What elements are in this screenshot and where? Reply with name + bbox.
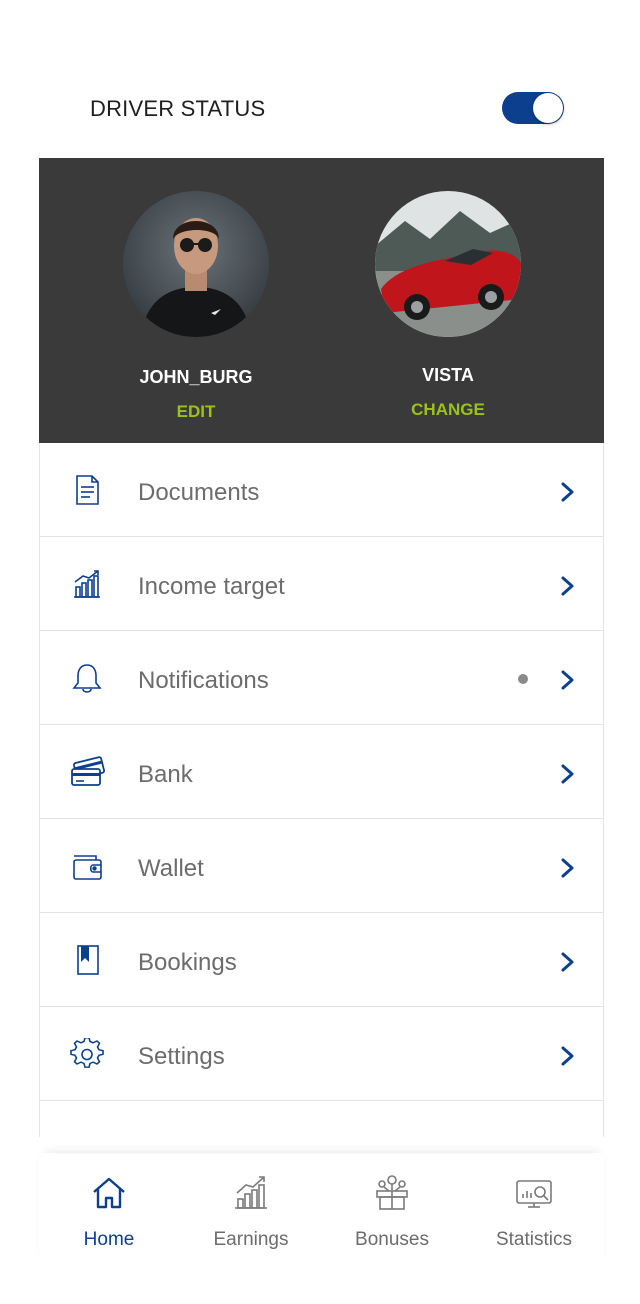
driver-name: JOHN_BURG bbox=[139, 367, 253, 387]
driver-avatar[interactable] bbox=[123, 191, 269, 337]
chevron-right-icon bbox=[559, 857, 577, 879]
earnings-chart-icon bbox=[231, 1173, 271, 1213]
menu-item-documents[interactable]: Documents bbox=[40, 443, 603, 537]
bottom-navigation: Home Earnings Bonuses Statistics bbox=[39, 1153, 604, 1273]
profile-panel: JOHN_BURG EDIT VISTA CHANGE bbox=[39, 158, 604, 443]
home-icon bbox=[89, 1173, 129, 1213]
chevron-right-icon bbox=[559, 1045, 577, 1067]
menu-label-income-target: Income target bbox=[138, 573, 285, 600]
chevron-right-icon bbox=[559, 951, 577, 973]
partial-menu-icon bbox=[70, 1132, 104, 1137]
chart-growth-icon bbox=[70, 568, 104, 600]
vehicle-avatar[interactable] bbox=[375, 191, 521, 337]
driver-status-toggle[interactable] bbox=[502, 92, 564, 124]
chevron-right-icon bbox=[559, 575, 577, 597]
nav-earnings[interactable]: Earnings bbox=[191, 1173, 311, 1251]
menu-label-documents: Documents bbox=[138, 479, 260, 506]
nav-bonuses-label: Bonuses bbox=[355, 1229, 429, 1250]
toggle-knob bbox=[533, 93, 563, 123]
bookmark-book-icon bbox=[70, 944, 104, 976]
chevron-right-icon bbox=[559, 669, 577, 691]
gear-icon bbox=[70, 1037, 104, 1070]
driver-profile-card: JOHN_BURG EDIT bbox=[123, 191, 269, 422]
driver-status-label: DRIVER STATUS bbox=[90, 96, 266, 121]
menu-label-notifications: Notifications bbox=[138, 667, 269, 694]
menu-item-bookings[interactable]: Bookings bbox=[40, 913, 603, 1007]
menu-item-notifications[interactable]: Notifications bbox=[40, 631, 603, 725]
driver-status-row: DRIVER STATUS bbox=[0, 0, 640, 158]
nav-home[interactable]: Home bbox=[49, 1173, 169, 1251]
nav-home-label: Home bbox=[83, 1229, 135, 1250]
menu-label-bank: Bank bbox=[138, 761, 193, 788]
bell-icon bbox=[70, 662, 104, 694]
nav-statistics[interactable]: Statistics bbox=[474, 1173, 594, 1251]
menu-item-settings[interactable]: Settings bbox=[40, 1007, 603, 1101]
menu-item-wallet[interactable]: Wallet bbox=[40, 819, 603, 913]
menu-label-settings: Settings bbox=[138, 1043, 225, 1070]
nav-earnings-label: Earnings bbox=[213, 1229, 289, 1250]
menu-item-bank[interactable]: Bank bbox=[40, 725, 603, 819]
settings-menu: Documents Income target Notifications Ba… bbox=[39, 443, 604, 1137]
wallet-icon bbox=[70, 850, 104, 882]
edit-profile-link[interactable]: EDIT bbox=[123, 402, 269, 422]
monitor-stats-icon bbox=[514, 1173, 554, 1213]
menu-item-income-target[interactable]: Income target bbox=[40, 537, 603, 631]
nav-bonuses[interactable]: Bonuses bbox=[332, 1173, 452, 1251]
bonus-gift-icon bbox=[372, 1173, 412, 1213]
change-vehicle-link[interactable]: CHANGE bbox=[375, 400, 521, 420]
menu-label-wallet: Wallet bbox=[138, 855, 204, 882]
chevron-right-icon bbox=[559, 481, 577, 503]
notification-indicator bbox=[518, 674, 528, 684]
menu-label-bookings: Bookings bbox=[138, 949, 237, 976]
vehicle-name: VISTA bbox=[422, 365, 474, 385]
cards-icon bbox=[70, 756, 105, 788]
nav-statistics-label: Statistics bbox=[495, 1229, 573, 1250]
document-icon bbox=[70, 474, 104, 506]
menu-item-partial[interactable] bbox=[40, 1101, 603, 1137]
chevron-right-icon bbox=[559, 763, 577, 785]
vehicle-profile-card: VISTA CHANGE bbox=[375, 191, 521, 420]
